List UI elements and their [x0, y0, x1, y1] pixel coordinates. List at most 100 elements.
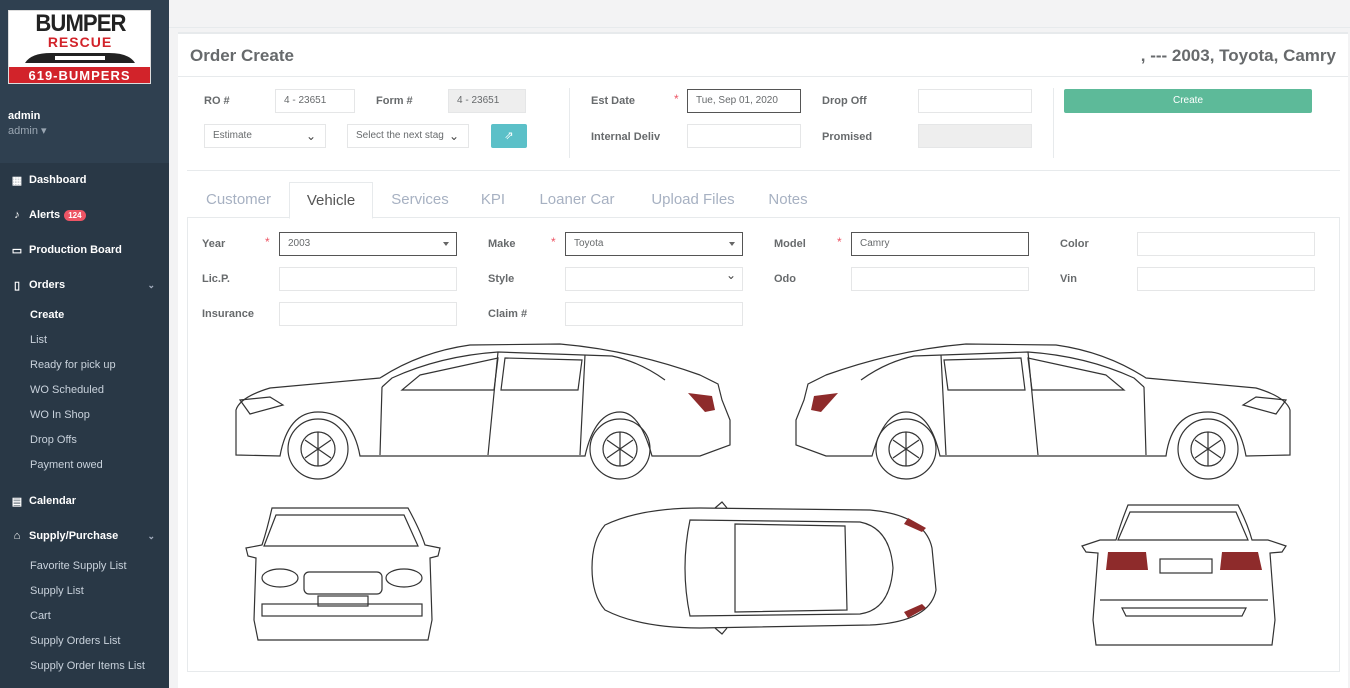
nav-calendar-label: Calendar — [29, 495, 77, 507]
dashboard-icon: ▦ — [11, 174, 23, 187]
required-marker: * — [265, 235, 270, 249]
order-type-select[interactable]: Estimate — [204, 124, 326, 148]
monitor-icon: ▭ — [11, 244, 23, 257]
chevron-down-icon: ⌄ — [147, 530, 155, 541]
insurance-input[interactable] — [279, 302, 457, 326]
user-role: admin — [8, 125, 38, 137]
nav-orders-wo-in-shop[interactable]: WO In Shop — [30, 407, 90, 423]
nav-supply-list[interactable]: Supply List — [30, 583, 84, 599]
internal-deliv-input[interactable] — [687, 124, 801, 148]
color-input[interactable] — [1137, 232, 1315, 256]
open-external-button[interactable]: ⇗ — [491, 124, 527, 148]
drop-off-input[interactable] — [918, 89, 1032, 113]
ro-label: RO # — [204, 95, 230, 107]
nav-orders-create[interactable]: Create — [30, 307, 64, 323]
logo-line-2: RESCUE — [47, 34, 113, 50]
tab-bar: Customer Vehicle Services KPI Loaner Car… — [187, 182, 1340, 219]
tab-services[interactable]: Services — [381, 182, 459, 218]
odo-input[interactable] — [851, 267, 1029, 291]
user-role-dropdown[interactable]: admin ▾ — [8, 124, 158, 137]
logo-line-3: 619-BUMPERS — [9, 67, 150, 83]
tab-vehicle[interactable]: Vehicle — [289, 182, 373, 219]
nav-orders-drop-offs[interactable]: Drop Offs — [30, 432, 77, 448]
licp-input[interactable] — [279, 267, 457, 291]
divider — [569, 88, 570, 158]
external-link-icon: ⇗ — [504, 130, 514, 142]
required-marker: * — [551, 235, 556, 249]
ro-input[interactable]: 4 - 23651 — [275, 89, 355, 113]
required-marker: * — [837, 235, 842, 249]
model-input[interactable]: Camry — [851, 232, 1029, 256]
est-date-label: Est Date — [591, 95, 636, 107]
chevron-down-icon: ⌄ — [147, 279, 155, 290]
nav-orders[interactable]: ▯ Orders ⌄ — [0, 272, 169, 298]
divider — [1053, 88, 1054, 158]
promised-label: Promised — [822, 131, 873, 143]
nav-orders-list[interactable]: List — [30, 332, 47, 348]
nav-supply-favorite[interactable]: Favorite Supply List — [30, 558, 127, 574]
order-card: Order Create , --- 2003, Toyota, Camry R… — [178, 32, 1348, 688]
style-label: Style — [488, 273, 515, 285]
nav-orders-wo-scheduled[interactable]: WO Scheduled — [30, 382, 104, 398]
vin-label: Vin — [1060, 273, 1077, 285]
nav-production-board[interactable]: ▭ Production Board — [0, 237, 169, 263]
next-stage-select[interactable]: Select the next stag — [347, 124, 469, 148]
form-label: Form # — [376, 95, 413, 107]
color-label: Color — [1060, 238, 1089, 250]
divider — [178, 76, 1348, 77]
alerts-count-badge: 124 — [64, 209, 86, 221]
est-date-input[interactable]: Tue, Sep 01, 2020 — [687, 89, 801, 113]
make-label: Make — [488, 238, 516, 250]
top-bar — [169, 0, 1350, 28]
nav-orders-ready[interactable]: Ready for pick up — [30, 357, 116, 373]
page-title: Order Create — [190, 46, 294, 65]
drop-off-label: Drop Off — [822, 95, 867, 107]
odo-label: Odo — [774, 273, 796, 285]
insurance-label: Insurance — [202, 308, 254, 320]
file-icon: ▯ — [13, 279, 21, 292]
make-select[interactable]: Toyota — [565, 232, 743, 256]
nav-orders-payment-owed[interactable]: Payment owed — [30, 457, 103, 473]
model-label: Model — [774, 238, 806, 250]
vehicle-summary: , --- 2003, Toyota, Camry — [1140, 46, 1336, 65]
nav-calendar[interactable]: ▤ Calendar — [0, 488, 169, 514]
nav-supply-orders-list[interactable]: Supply Orders List — [30, 633, 120, 649]
nav-dashboard-label: Dashboard — [29, 174, 87, 186]
nav-supply-label: Supply/Purchase — [29, 530, 119, 542]
style-select[interactable] — [565, 267, 743, 291]
tab-loaner-car[interactable]: Loaner Car — [526, 182, 628, 218]
user-profile[interactable]: admin admin ▾ — [8, 110, 158, 137]
nav-production-label: Production Board — [29, 244, 122, 256]
promised-input — [918, 124, 1032, 148]
caret-down-icon: ▾ — [41, 125, 47, 137]
nav-alerts[interactable]: ♪ Alerts 124 — [0, 202, 169, 228]
internal-deliv-label: Internal Deliv — [591, 131, 661, 143]
nav-dashboard[interactable]: ▦ Dashboard — [0, 167, 169, 193]
user-name: admin — [8, 110, 41, 122]
nav-supply-cart[interactable]: Cart — [30, 608, 51, 624]
required-marker: * — [674, 92, 679, 106]
vin-input[interactable] — [1137, 267, 1315, 291]
tab-upload-files[interactable]: Upload Files — [638, 182, 748, 218]
home-icon: ⌂ — [13, 530, 21, 542]
tab-kpi[interactable]: KPI — [469, 182, 517, 218]
nav-alerts-label: Alerts — [29, 209, 61, 221]
claim-label: Claim # — [488, 308, 528, 320]
licp-label: Lic.P. — [202, 273, 230, 285]
form-input: 4 - 23651 — [448, 89, 526, 113]
bell-icon: ♪ — [14, 209, 20, 221]
tab-notes[interactable]: Notes — [757, 182, 819, 218]
calendar-icon: ▤ — [11, 495, 23, 508]
brand-logo[interactable]: BUMPER RESCUE 619-BUMPERS — [8, 10, 151, 84]
year-select[interactable]: 2003 — [279, 232, 457, 256]
nav-supply-purchase[interactable]: ⌂ Supply/Purchase ⌄ — [0, 523, 169, 549]
nav-supply-order-items[interactable]: Supply Order Items List — [30, 658, 145, 674]
logo-car-icon — [25, 53, 135, 63]
claim-input[interactable] — [565, 302, 743, 326]
divider — [187, 170, 1340, 171]
sidebar: BUMPER RESCUE 619-BUMPERS admin admin ▾ … — [0, 0, 169, 688]
create-button[interactable]: Create — [1064, 89, 1312, 113]
tab-customer[interactable]: Customer — [195, 182, 282, 218]
year-label: Year — [202, 238, 226, 250]
nav-orders-label: Orders — [29, 279, 66, 291]
